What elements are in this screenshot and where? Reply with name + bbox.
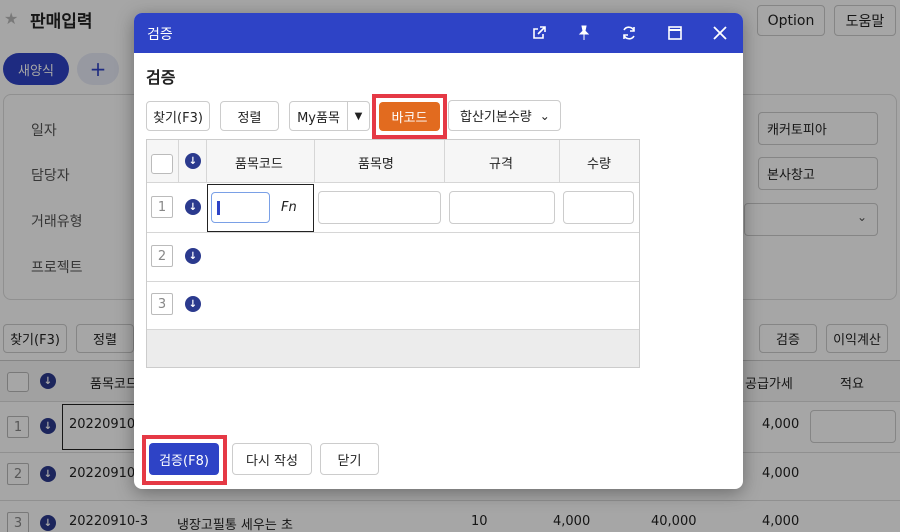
dialog-find-button[interactable]: 찾기(F3) [146,101,210,131]
download-circle-icon[interactable]: ↓ [185,153,201,169]
download-circle-icon[interactable]: ↓ [185,296,201,312]
active-code-cell[interactable]: Fn [207,184,314,232]
verify-f8-highlight [142,435,227,485]
download-circle-icon[interactable]: ↓ [185,248,201,264]
barcode-highlight [372,94,447,139]
dialog-header: 검증 [134,13,743,53]
rewrite-button[interactable]: 다시 작성 [232,443,312,475]
chevron-down-icon: ⌄ [539,108,550,123]
qty-input[interactable] [563,191,634,224]
qty-header: 수량 [587,157,611,172]
refresh-icon[interactable] [619,23,639,43]
text-cursor [217,201,220,215]
spec-input[interactable] [449,191,555,224]
verify-dialog: 검증 검증 찾기(F3) 정렬 My품목 ▼ 바코드 합산기본수량 ⌄ ↓ 품목… [134,13,743,489]
close-icon[interactable] [710,23,730,43]
qty-mode-label: 합산기본수량 [460,110,532,125]
row-number: 2 [151,245,173,267]
dialog-grid-footer [147,330,639,367]
fn-label[interactable]: Fn [281,200,297,215]
dialog-heading: 검증 [146,68,176,87]
close-button[interactable]: 닫기 [320,443,379,475]
code-header: 품목코드 [235,157,283,172]
pin-icon[interactable] [574,23,594,43]
download-circle-icon[interactable]: ↓ [185,199,201,215]
external-link-icon[interactable] [529,23,549,43]
row-number: 3 [151,293,173,315]
dialog-title: 검증 [147,27,173,43]
spec-header: 규격 [489,157,513,172]
my-items-dropdown[interactable]: My품목 ▼ [289,101,370,131]
row-number: 1 [151,196,173,218]
qty-mode-dropdown[interactable]: 합산기본수량 ⌄ [448,100,561,131]
code-input[interactable] [211,192,270,223]
dialog-select-all-checkbox[interactable] [151,154,173,174]
dialog-grid: ↓ 품목코드 품목명 규격 수량 1 ↓ Fn 2 ↓ 3 ↓ [146,139,640,368]
dialog-sort-button[interactable]: 정렬 [220,101,279,131]
caret-down-icon[interactable]: ▼ [348,102,369,130]
name-header: 품목명 [358,157,394,172]
my-items-label: My품목 [290,102,348,130]
name-input[interactable] [318,191,441,224]
maximize-icon[interactable] [665,23,685,43]
